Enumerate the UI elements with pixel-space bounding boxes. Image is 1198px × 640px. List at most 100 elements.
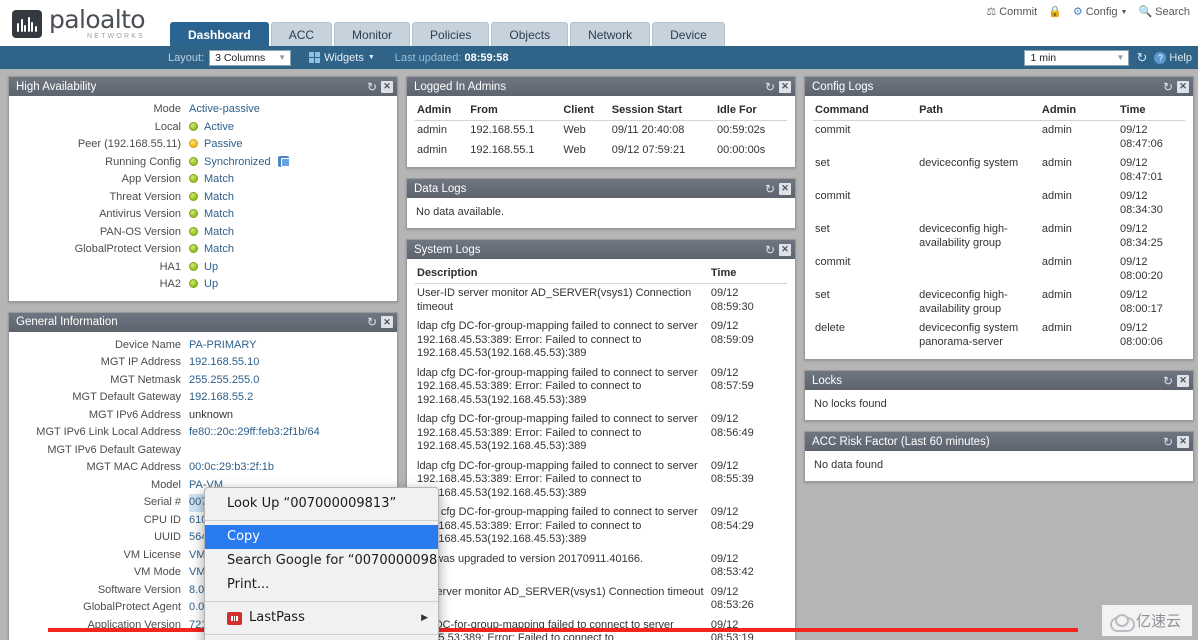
column-header[interactable]: Idle For: [714, 101, 787, 121]
status-dot-green: [189, 174, 198, 183]
empty-message: No data available.: [416, 206, 505, 218]
chevron-down-icon: ▼: [278, 53, 287, 62]
context-menu-item-copy[interactable]: Copy: [205, 525, 438, 549]
cell-path: deviceconfig system panorama-server: [919, 322, 1019, 348]
widget-locks: Locks ↻ ✕ No locks found: [804, 370, 1194, 421]
context-menu-item-label: Print...: [227, 577, 270, 592]
widgets-label: Widgets: [324, 51, 364, 64]
column-header[interactable]: Time: [1118, 101, 1185, 121]
widget-header: Data Logs ↻ ✕: [407, 179, 795, 198]
layout-select[interactable]: 3 Columns ▼: [209, 49, 292, 66]
sync-icon[interactable]: [277, 155, 290, 167]
last-updated-label: Last updated:: [394, 51, 462, 64]
context-menu-item-label: Look Up “007000009813”: [227, 496, 397, 511]
ha-row: Antivirus Version Match: [17, 206, 389, 224]
tab-acc[interactable]: ACC: [270, 22, 333, 46]
dashboard-column-2: Logged In Admins ↻ ✕ Admin From Client S…: [406, 76, 796, 640]
status-dot-amber: [189, 139, 198, 148]
table-row: ID server monitor AD_SERVER(vsys1) Conne…: [415, 583, 787, 616]
ha-value: Match: [189, 189, 234, 207]
tab-dashboard[interactable]: Dashboard: [170, 22, 269, 46]
column-header[interactable]: Admin: [1039, 101, 1119, 121]
tab-device[interactable]: Device: [652, 22, 725, 46]
ha-row: Threat Version Match: [17, 189, 389, 207]
tab-objects[interactable]: Objects: [491, 22, 569, 46]
cell-command: delete: [815, 322, 845, 334]
gi-value: 255.255.255.0: [189, 373, 260, 386]
refresh-icon[interactable]: ↻: [1136, 50, 1147, 66]
widget-close-icon[interactable]: ✕: [1177, 80, 1189, 93]
column-header[interactable]: Description: [415, 264, 709, 284]
last-updated: Last updated: 08:59:58: [395, 52, 509, 64]
widget-close-icon[interactable]: ✕: [779, 243, 791, 256]
context-menu-item-lastpass[interactable]: LastPass ▶: [205, 606, 438, 630]
widget-refresh-icon[interactable]: ↻: [1163, 81, 1173, 93]
widget-close-icon[interactable]: ✕: [779, 182, 791, 195]
help-icon: ?: [1154, 51, 1167, 64]
table-row: ldap cfg DC-for-group-mapping failed to …: [415, 457, 787, 504]
context-menu: Look Up “007000009813” Copy Search Googl…: [204, 487, 439, 640]
paloalto-logo-icon: [12, 9, 42, 38]
widget-system-logs: System Logs ↻ ✕ Description Time User-ID…: [406, 239, 796, 640]
commit-icon: ⚖: [986, 5, 997, 18]
ha-value-text: Match: [204, 190, 234, 203]
column-header[interactable]: Path: [917, 101, 1040, 121]
column-header[interactable]: Command: [813, 101, 918, 121]
cell-path: deviceconfig system: [919, 157, 1019, 169]
refresh-interval-select[interactable]: 1 min ▼: [1024, 49, 1130, 66]
ha-value: Match: [189, 206, 234, 224]
status-dot-green: [189, 279, 198, 288]
widget-refresh-icon[interactable]: ↻: [765, 183, 775, 195]
cell-time: 09/12 08:47:06: [1120, 124, 1163, 150]
widget-refresh-icon[interactable]: ↻: [367, 316, 377, 328]
gi-row: MGT Default Gateway 192.168.55.2: [17, 389, 389, 407]
column-header[interactable]: Client: [561, 101, 610, 121]
config-menu-button[interactable]: ⚙ Config ▼: [1073, 6, 1128, 18]
ha-value: Up: [189, 276, 218, 294]
widget-title: Locks: [812, 374, 843, 387]
widget-refresh-icon[interactable]: ↻: [1163, 375, 1173, 387]
tab-policies[interactable]: Policies: [412, 22, 490, 46]
widget-refresh-icon[interactable]: ↻: [765, 244, 775, 256]
widget-close-icon[interactable]: ✕: [381, 80, 393, 93]
gi-key: MGT IP Address: [100, 356, 181, 368]
widget-close-icon[interactable]: ✕: [779, 80, 791, 93]
gi-row: Device Name PA-PRIMARY: [17, 337, 389, 355]
ha-key: HA2: [159, 278, 181, 290]
table-row: admin 192.168.55.1 Web 09/12 07:59:21 00…: [415, 141, 787, 161]
context-menu-item-lookup[interactable]: Look Up “007000009813”: [205, 492, 438, 516]
widget-close-icon[interactable]: ✕: [1177, 435, 1189, 448]
grid-icon: [309, 52, 321, 63]
table-row: commit admin 09/12 08:47:06: [813, 121, 1185, 155]
cell-time: 09/12 08:34:30: [1120, 190, 1163, 216]
main-nav-tabs: Dashboard ACC Monitor Policies Objects N…: [170, 22, 725, 46]
lock-icon[interactable]: 🔒: [1048, 6, 1062, 18]
layout-select-value: 3 Columns: [215, 51, 266, 64]
widget-refresh-icon[interactable]: ↻: [765, 81, 775, 93]
cell-session-start: 09/12 07:59:21: [611, 143, 686, 156]
column-header[interactable]: Time: [708, 264, 787, 284]
widgets-menu-button[interactable]: Widgets ▼: [309, 52, 375, 64]
widget-refresh-icon[interactable]: ↻: [1163, 436, 1173, 448]
widget-refresh-icon[interactable]: ↻: [367, 81, 377, 93]
table-row: set deviceconfig high-availability group a…: [813, 286, 1185, 319]
brand-logo: paloalto NETWORKS: [0, 7, 146, 46]
widget-close-icon[interactable]: ✕: [381, 316, 393, 328]
chevron-down-icon: ▼: [1120, 8, 1128, 16]
column-header[interactable]: From: [468, 101, 562, 121]
tab-monitor[interactable]: Monitor: [334, 22, 411, 46]
column-header[interactable]: Admin: [415, 101, 469, 121]
tab-network[interactable]: Network: [570, 22, 651, 46]
widget-close-icon[interactable]: ✕: [1177, 374, 1189, 387]
widget-logged-in-admins: Logged In Admins ↻ ✕ Admin From Client S…: [406, 76, 796, 168]
submenu-arrow-icon: ▶: [421, 613, 428, 623]
ha-key: HA1: [159, 260, 181, 273]
system-logs-table: Description Time User-ID server monitor …: [415, 264, 787, 640]
commit-button[interactable]: ⚖ Commit: [986, 6, 1037, 18]
context-menu-item-print[interactable]: Print...: [205, 573, 438, 597]
search-button[interactable]: 🔍 Search: [1138, 6, 1190, 18]
cell-description: ldap cfg DC-for-group-mapping failed to …: [417, 506, 698, 545]
context-menu-item-search-google[interactable]: Search Google for “007000009813”: [205, 549, 438, 573]
column-header[interactable]: Session Start: [609, 101, 715, 121]
help-link[interactable]: ? Help: [1154, 51, 1192, 64]
